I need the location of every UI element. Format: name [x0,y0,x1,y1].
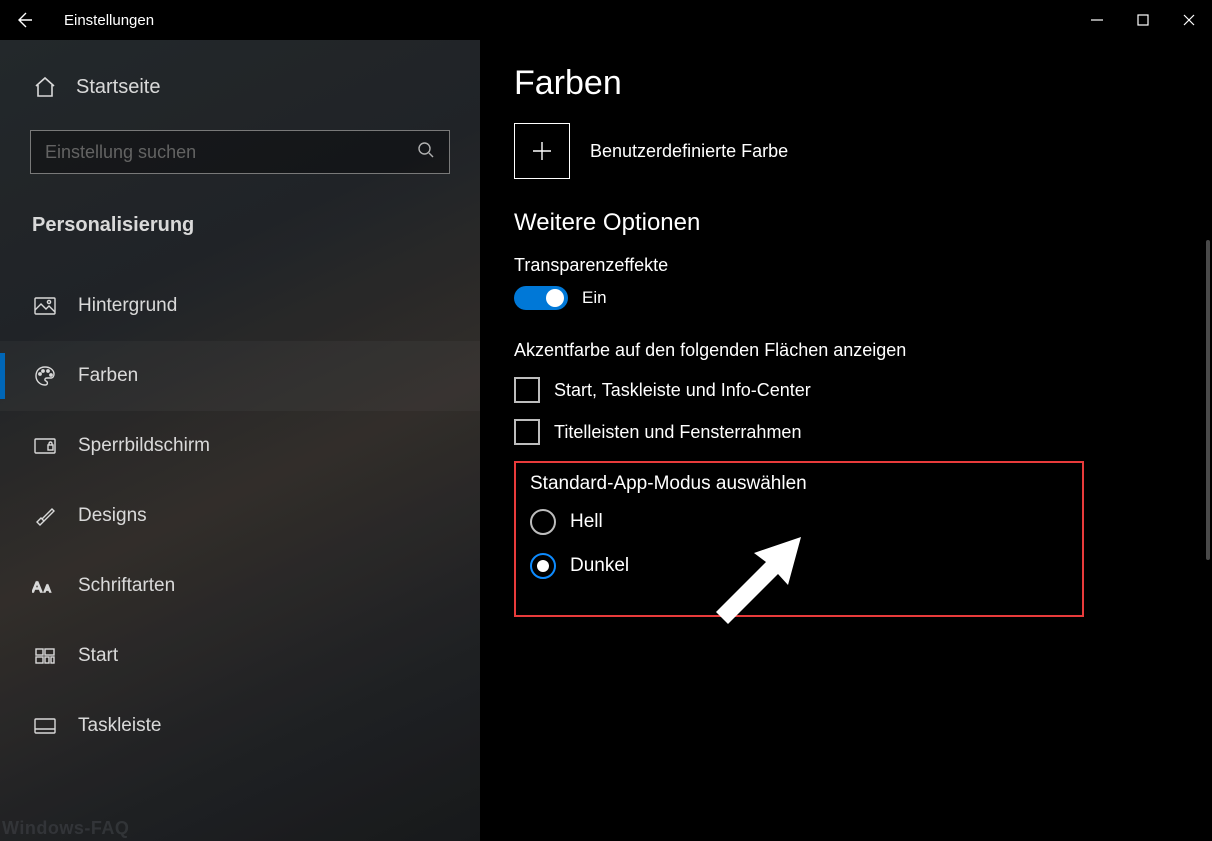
lockscreen-icon [32,433,58,459]
search-icon [417,141,435,164]
sidebar-item-lockscreen[interactable]: Sperrbildschirm [0,411,480,481]
transparency-toggle[interactable] [514,286,568,310]
brush-icon [32,503,58,529]
sidebar-nav: Hintergrund Farben Sperrbildschirm Desig… [0,271,480,761]
picture-icon [32,293,58,319]
plus-icon [514,123,570,179]
font-icon: AA [32,573,58,599]
close-button[interactable] [1166,0,1212,40]
checkbox-label: Titelleisten und Fensterrahmen [554,422,801,443]
sidebar-item-label: Sperrbildschirm [78,435,210,457]
checkbox-icon [514,377,540,403]
search-input[interactable] [45,142,417,163]
taskbar-icon [32,713,58,739]
palette-icon [32,363,58,389]
maximize-button[interactable] [1120,0,1166,40]
window-controls [1074,0,1212,40]
back-button[interactable] [0,0,48,40]
content-pane: Farben Benutzerdefinierte Farbe Weitere … [480,40,1212,841]
checkbox-icon [514,419,540,445]
radio-label: Dunkel [570,555,629,577]
radio-label: Hell [570,511,603,533]
checkbox-start-taskbar[interactable]: Start, Taskleiste und Info-Center [514,377,1178,403]
sidebar-home-label: Startseite [76,76,160,99]
custom-color-label: Benutzerdefinierte Farbe [590,141,788,162]
window-title: Einstellungen [64,12,154,29]
sidebar-item-label: Taskleiste [78,715,161,737]
sidebar-item-taskbar[interactable]: Taskleiste [0,691,480,761]
search-box[interactable] [30,130,450,174]
watermark: Windows-FAQ [2,818,129,839]
sidebar-item-background[interactable]: Hintergrund [0,271,480,341]
sidebar-item-label: Farben [78,365,138,387]
checkbox-label: Start, Taskleiste und Info-Center [554,380,811,401]
sidebar-item-colors[interactable]: Farben [0,341,480,411]
minimize-button[interactable] [1074,0,1120,40]
checkbox-titlebars[interactable]: Titelleisten und Fensterrahmen [514,419,1178,445]
sidebar-item-label: Hintergrund [78,295,177,317]
sidebar-item-label: Start [78,645,118,667]
sidebar-item-label: Schriftarten [78,575,175,597]
radio-icon [530,509,556,535]
transparency-state: Ein [582,288,607,308]
app-mode-highlight: Standard-App-Modus auswählen Hell Dunkel [514,461,1084,617]
app-mode-heading: Standard-App-Modus auswählen [530,473,1064,495]
start-tiles-icon [32,643,58,669]
transparency-label: Transparenzeffekte [514,255,1178,276]
sidebar-item-themes[interactable]: Designs [0,481,480,551]
annotation-arrow-icon [696,527,806,632]
titlebar: Einstellungen [0,0,1212,40]
sidebar-item-start[interactable]: Start [0,621,480,691]
sidebar-item-label: Designs [78,505,147,527]
page-title: Farben [514,64,1178,103]
sidebar-section-heading: Personalisierung [0,184,480,251]
scrollbar[interactable] [1206,240,1210,560]
sidebar-item-fonts[interactable]: AA Schriftarten [0,551,480,621]
radio-icon [530,553,556,579]
home-icon [32,74,58,100]
custom-color-row[interactable]: Benutzerdefinierte Farbe [514,123,1178,179]
sidebar-home[interactable]: Startseite [0,60,480,118]
svg-text:A: A [32,579,42,596]
more-options-heading: Weitere Optionen [514,209,1178,237]
svg-text:A: A [44,584,51,595]
accent-surfaces-heading: Akzentfarbe auf den folgenden Flächen an… [514,340,1178,361]
sidebar: Startseite Personalisierung Hintergrund … [0,40,480,841]
